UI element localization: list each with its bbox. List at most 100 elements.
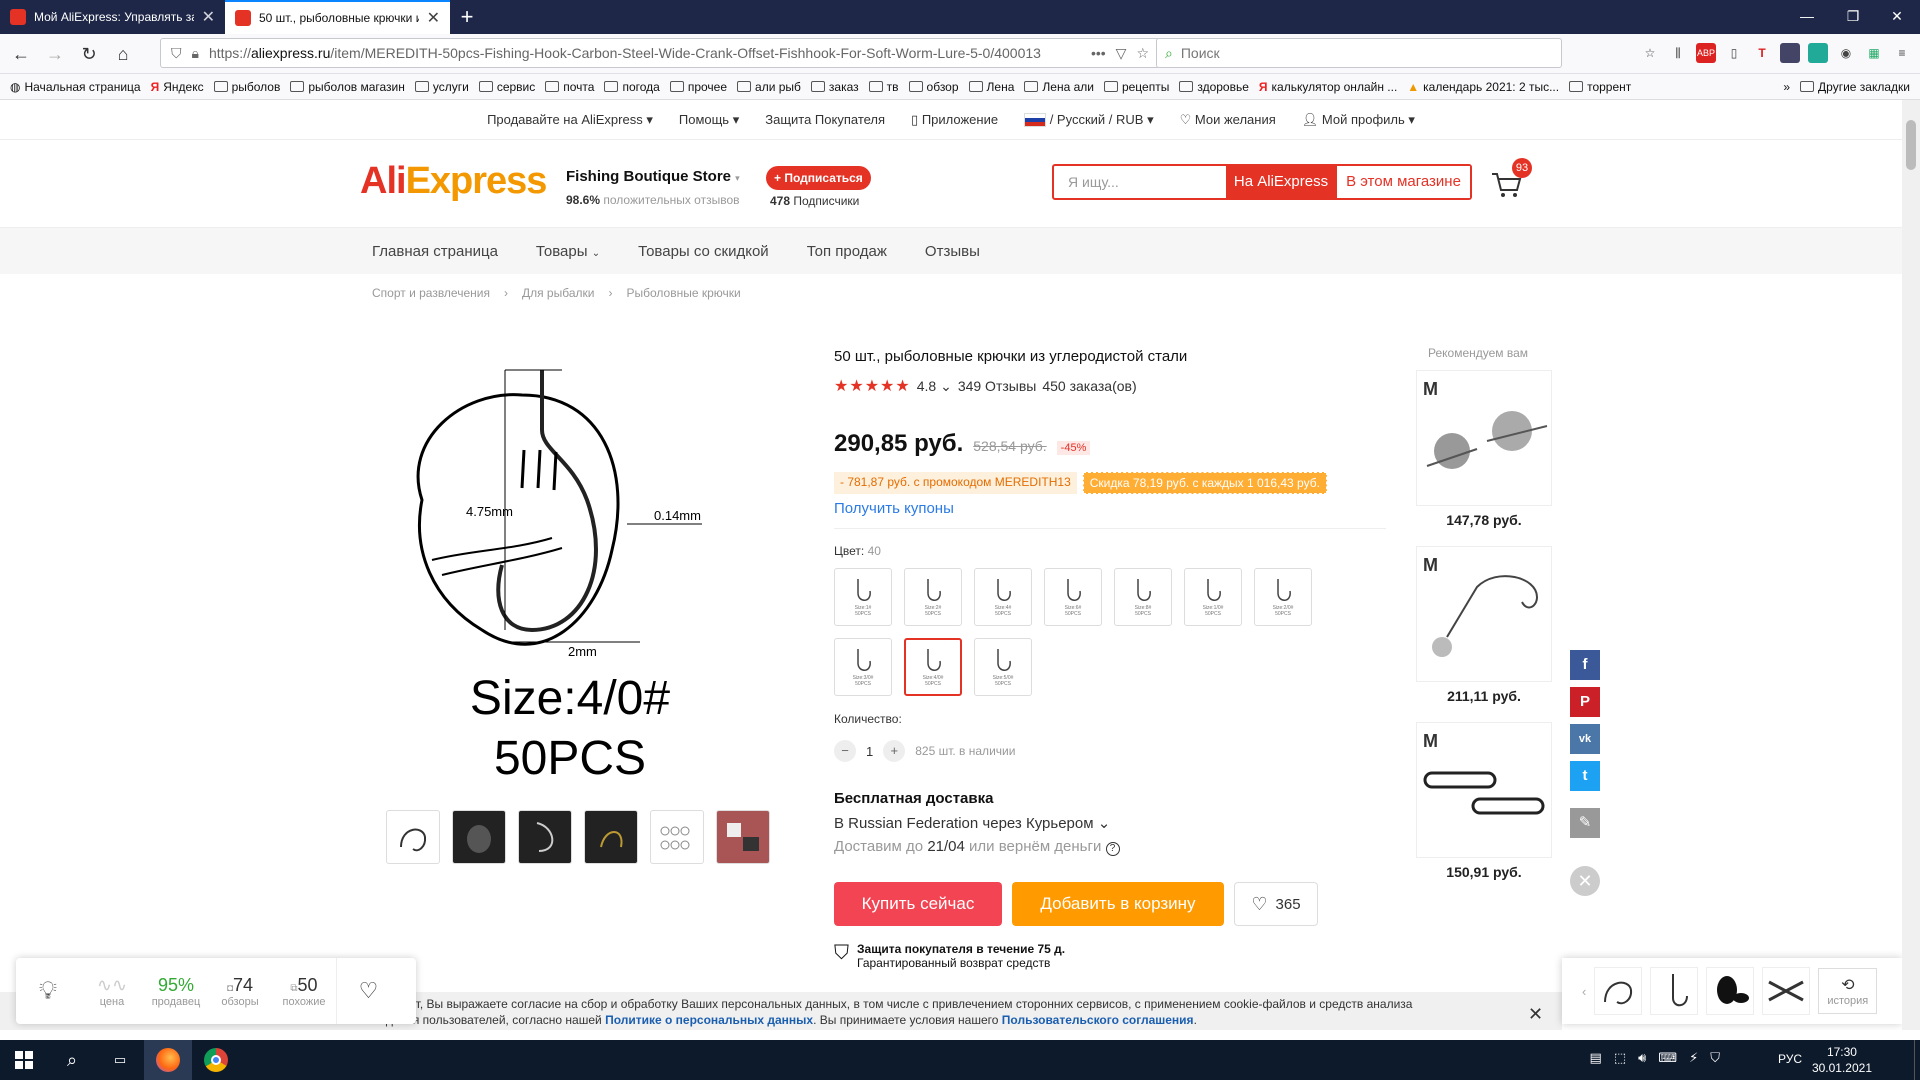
- history-thumb[interactable]: [1650, 967, 1699, 1015]
- tray-icon[interactable]: ⚡: [1689, 1050, 1698, 1066]
- bookmark-folder[interactable]: заказ: [810, 80, 859, 94]
- color-swatch[interactable]: Size:4/0# 50PCS: [904, 638, 962, 696]
- bookmark-folder[interactable]: здоровье: [1179, 80, 1249, 94]
- search-icon[interactable]: ⌕: [48, 1040, 96, 1080]
- bookmark-folder[interactable]: торрент: [1569, 80, 1631, 94]
- facebook-share-icon[interactable]: f: [1570, 650, 1600, 680]
- chrome-icon[interactable]: [192, 1040, 240, 1080]
- nav-top-sales[interactable]: Топ продаж: [807, 243, 887, 260]
- show-desktop-button[interactable]: [1914, 1040, 1920, 1080]
- language-currency-selector[interactable]: / Русский / RUB ▾: [1024, 112, 1154, 128]
- color-swatch[interactable]: Size:4# 50PCS: [974, 568, 1032, 626]
- color-swatch[interactable]: Size:2# 50PCS: [904, 568, 962, 626]
- close-window-icon[interactable]: ✕: [1874, 0, 1920, 34]
- other-bookmarks-folder[interactable]: Другие закладки: [1800, 80, 1910, 94]
- library-icon[interactable]: ⫼: [1668, 43, 1688, 63]
- get-coupons-link[interactable]: Получить купоны: [834, 500, 954, 517]
- bookmark-folder[interactable]: рецепты: [1103, 80, 1169, 94]
- bookmark-folder[interactable]: тв: [868, 80, 899, 94]
- bookmark-folder[interactable]: Лена али: [1024, 80, 1094, 94]
- bookmark-folder[interactable]: обзор: [908, 80, 959, 94]
- app-link[interactable]: ▯ Приложение: [911, 112, 998, 128]
- aliexpress-logo[interactable]: AliExpress: [360, 160, 547, 203]
- stat-reviews[interactable]: ◘74 обзоры: [208, 975, 272, 1008]
- thumbnail[interactable]: [386, 810, 440, 864]
- minimize-icon[interactable]: —: [1784, 0, 1830, 34]
- bookmark-folder[interactable]: прочее: [669, 80, 727, 94]
- history-thumb[interactable]: [1594, 967, 1643, 1015]
- adblock-icon[interactable]: ABP: [1696, 43, 1716, 63]
- nav-home[interactable]: Главная страница: [372, 243, 498, 260]
- tray-icon[interactable]: ▤: [1590, 1050, 1602, 1066]
- thumbnail[interactable]: [584, 810, 638, 864]
- chevron-left-icon[interactable]: ‹: [1582, 984, 1586, 999]
- user-agreement-link[interactable]: Пользовательского соглашения: [1002, 1013, 1194, 1027]
- back-icon[interactable]: ←: [4, 37, 38, 71]
- browser-search-input[interactable]: ⌕ Поиск: [1156, 38, 1562, 68]
- firefox-icon[interactable]: [144, 1040, 192, 1080]
- stat-similar[interactable]: ⧉50 похожие: [272, 975, 336, 1008]
- stat-seller[interactable]: 95% продавец: [144, 975, 208, 1008]
- rating-value[interactable]: 4.8 ⌄: [917, 378, 952, 395]
- color-swatch[interactable]: Size:1/0# 50PCS: [1184, 568, 1242, 626]
- quantity-value[interactable]: 1: [866, 744, 873, 759]
- recommended-item[interactable]: M 211,11 руб.: [1416, 546, 1552, 704]
- bookmark-star-icon[interactable]: ☆: [1136, 45, 1149, 62]
- stat-price[interactable]: ∿∿ цена: [80, 975, 144, 1008]
- bookmark-folder[interactable]: Лена: [968, 80, 1014, 94]
- close-share-icon[interactable]: ✕: [1570, 866, 1600, 896]
- extension-icon[interactable]: ▦: [1864, 43, 1884, 63]
- store-discount-badge[interactable]: Скидка 78,19 руб. с каждых 1 016,43 руб.: [1082, 472, 1327, 494]
- bookmark-folder[interactable]: погода: [604, 80, 660, 94]
- bookmark-item[interactable]: ◍ Начальная страница: [10, 80, 141, 94]
- bookmark-item[interactable]: ▲ календарь 2021: 2 тыс...: [1407, 80, 1559, 94]
- network-icon[interactable]: ⌨: [1658, 1050, 1677, 1066]
- shipping-method[interactable]: В Russian Federation через Курьером ⌄: [834, 814, 1110, 832]
- favorite-heart-icon[interactable]: ♡: [336, 958, 400, 1024]
- color-swatch[interactable]: Size:2/0# 50PCS: [1254, 568, 1312, 626]
- profile-link[interactable]: 👤︎ Мой профиль ▾: [1302, 112, 1415, 128]
- thumbnail[interactable]: [650, 810, 704, 864]
- nav-products[interactable]: Товары ⌄: [536, 243, 600, 260]
- sidebar-icon[interactable]: ▯: [1724, 43, 1744, 63]
- help-link[interactable]: Помощь ▾: [679, 112, 739, 128]
- thumbnail[interactable]: [716, 810, 770, 864]
- translate-icon[interactable]: T: [1752, 43, 1772, 63]
- recommended-item[interactable]: M 147,78 руб.: [1416, 370, 1552, 528]
- task-view-icon[interactable]: ▭: [96, 1040, 144, 1080]
- home-icon[interactable]: ⌂: [106, 37, 140, 71]
- sell-link[interactable]: Продавайте на AliExpress ▾: [487, 112, 653, 128]
- twitter-share-icon[interactable]: t: [1570, 761, 1600, 791]
- tray-icon[interactable]: ⬚: [1614, 1050, 1626, 1066]
- more-bookmarks-icon[interactable]: »: [1783, 80, 1790, 94]
- nav-reviews[interactable]: Отзывы: [925, 243, 980, 260]
- reading-list-icon[interactable]: ☆: [1640, 43, 1660, 63]
- url-bar[interactable]: ⛉ 🔒︎ https://aliexpress.ru/item/MEREDITH…: [160, 38, 1160, 68]
- increase-qty-button[interactable]: +: [883, 740, 906, 762]
- store-name[interactable]: Fishing Boutique Store ▾: [566, 168, 740, 185]
- more-icon[interactable]: •••: [1091, 45, 1106, 61]
- color-swatch[interactable]: Size:3/0# 50PCS: [834, 638, 892, 696]
- buy-now-button[interactable]: Купить сейчас: [834, 882, 1002, 926]
- defender-icon[interactable]: ⛉: [1710, 1050, 1720, 1066]
- bookmark-folder[interactable]: рыболов: [213, 80, 280, 94]
- bookmark-item[interactable]: Якалькулятор онлайн ...: [1259, 80, 1397, 94]
- thumbnail[interactable]: [452, 810, 506, 864]
- bookmark-folder[interactable]: сервис: [478, 80, 535, 94]
- edit-icon[interactable]: ✎: [1570, 808, 1600, 838]
- extension-icon[interactable]: [1780, 43, 1800, 63]
- close-tab-icon[interactable]: ✕: [202, 7, 215, 27]
- add-to-cart-button[interactable]: Добавить в корзину: [1012, 882, 1224, 926]
- forward-icon[interactable]: →: [38, 37, 72, 71]
- thumbnail[interactable]: [518, 810, 572, 864]
- bookmark-folder[interactable]: услуги: [414, 80, 469, 94]
- bookmark-item[interactable]: Я Яндекс: [151, 80, 204, 94]
- history-thumb[interactable]: [1706, 967, 1755, 1015]
- color-swatch[interactable]: Size:6# 50PCS: [1044, 568, 1102, 626]
- scrollbar-thumb[interactable]: [1906, 120, 1916, 170]
- bookmark-folder[interactable]: рыболов магазин: [290, 80, 405, 94]
- wishlist-button[interactable]: ♡ 365: [1234, 882, 1318, 926]
- vk-share-icon[interactable]: vk: [1570, 724, 1600, 754]
- breadcrumb-item[interactable]: Спорт и развлечения: [372, 286, 490, 300]
- color-swatch[interactable]: Size:1# 50PCS: [834, 568, 892, 626]
